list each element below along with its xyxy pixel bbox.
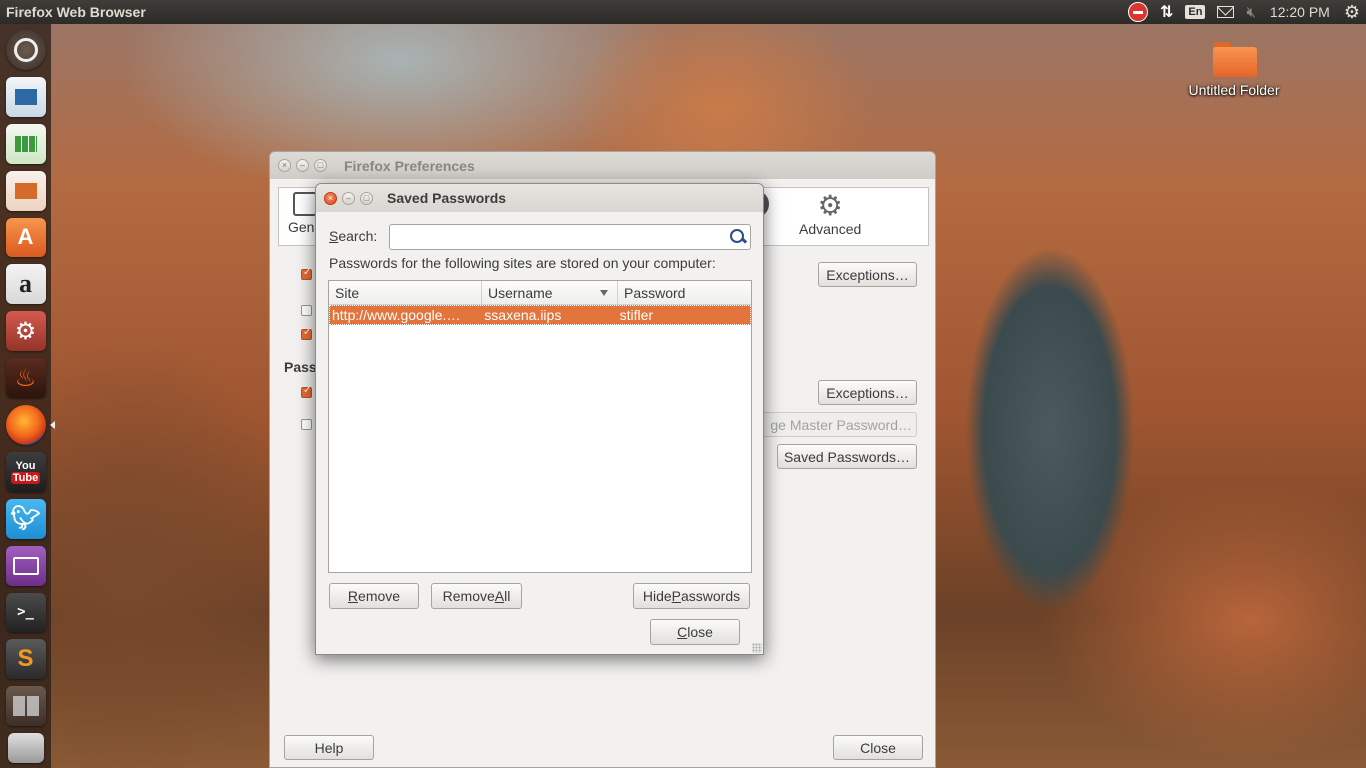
dialog-close-button[interactable]: Close [650,619,740,645]
maximize-icon[interactable]: □ [360,191,373,205]
sound-indicator[interactable]: 🔇︎ [1240,0,1261,24]
network-indicator[interactable]: ⇅ [1154,0,1179,24]
table-header: Site Username Password [329,281,751,305]
messaging-indicator[interactable] [1211,0,1240,24]
firefox-icon[interactable] [5,405,46,445]
youtube-icon[interactable]: You Tube [5,451,46,492]
resize-grip[interactable] [752,643,762,653]
libreoffice-writer-icon[interactable] [5,76,46,117]
launcher: A a ⚙ ♨ You Tube 🐦︎ >_ S [0,24,51,768]
purple-app-icon[interactable] [5,545,46,586]
stop-indicator[interactable] [1122,0,1154,24]
close-icon[interactable]: × [324,191,337,205]
active-app-title: Firefox Web Browser [6,4,146,20]
dash-icon[interactable] [5,30,46,70]
column-header-password[interactable]: Password [618,281,751,304]
top-panel: Firefox Web Browser ⇅ En 🔇︎ 12:20 PM ⚙ [0,0,1366,24]
desktop-folder[interactable]: Untitled Folder [1180,40,1288,98]
cell-password: stifler [619,307,654,323]
fire-app-icon[interactable]: ♨ [5,358,46,398]
cell-username: ssaxena.iips [484,307,562,323]
session-indicator[interactable]: ⚙ [1338,0,1366,24]
preference-checkbox-3[interactable] [301,327,312,340]
youtube-tube: Tube [10,471,41,484]
preferences-title: Firefox Preferences [344,157,475,174]
tab-advanced-label: Advanced [799,221,862,237]
sound-muted-icon: 🔇︎ [1246,3,1256,21]
youtube-you: You [15,459,36,472]
system-settings-icon[interactable]: ⚙ [5,311,46,352]
workspace-switcher-icon[interactable] [5,686,46,727]
minimize-icon[interactable]: – [296,159,309,172]
hide-passwords-button[interactable]: Hide Passwords [633,583,750,609]
stop-icon [1128,2,1148,22]
sublime-text-icon[interactable]: S [5,639,46,680]
remove-all-button[interactable]: Remove All [431,583,522,609]
terminal-icon[interactable]: >_ [5,592,46,633]
preference-checkbox-1[interactable] [301,267,312,280]
column-header-username[interactable]: Username [482,281,618,304]
tab-advanced[interactable]: ⚙ Advanced [799,190,862,238]
saved-passwords-dialog: × – □ Saved Passwords Search: Passwords … [315,183,764,655]
preference-checkbox-2[interactable] [301,305,312,316]
exceptions-button-1[interactable]: Exceptions… [818,262,917,287]
minimize-icon[interactable]: – [342,191,355,205]
dialog-title: Saved Passwords [387,190,507,206]
search-input[interactable] [389,224,751,250]
search-label: Search: [329,228,378,244]
folder-label: Untitled Folder [1188,82,1280,98]
change-master-password-button[interactable]: ge Master Password… [750,412,917,437]
folder-icon [1211,40,1257,78]
gear-icon: ⚙ [1343,1,1360,22]
cell-site: http://www.google.… [332,307,461,323]
network-arrows-icon: ⇅ [1160,4,1174,21]
amazon-icon[interactable]: a [5,264,46,305]
libreoffice-calc-icon[interactable] [5,123,46,164]
sort-descending-icon [600,290,608,296]
keyboard-layout-icon: En [1185,5,1206,19]
twitter-icon[interactable]: 🐦︎ [5,498,46,539]
master-password-checkbox[interactable] [301,419,312,430]
exceptions-button-2[interactable]: Exceptions… [818,380,917,405]
passwords-description: Passwords for the following sites are st… [329,255,716,271]
remember-passwords-checkbox[interactable] [301,385,312,398]
column-header-site[interactable]: Site [329,281,482,304]
clock[interactable]: 12:20 PM [1262,0,1338,24]
remove-button[interactable]: Remove [329,583,419,609]
help-button[interactable]: Help [284,735,374,760]
search-icon[interactable] [729,228,747,246]
preferences-titlebar: × – □ Firefox Preferences [270,152,935,179]
keyboard-indicator[interactable]: En [1179,0,1211,24]
preferences-close-button[interactable]: Close [833,735,923,760]
column-header-username-label: Username [488,284,553,301]
dialog-titlebar: × – □ Saved Passwords [316,184,763,212]
saved-passwords-button[interactable]: Saved Passwords… [777,444,917,469]
mail-icon [1217,6,1235,18]
close-icon[interactable]: × [278,159,291,172]
general-icon [293,192,318,216]
trash-stack-icon[interactable] [7,733,44,764]
table-row[interactable]: http://www.google.… ssaxena.iips stifler [329,305,751,325]
indicator-area: ⇅ En 🔇︎ 12:20 PM ⚙ [1122,0,1366,24]
ubuntu-software-center-icon[interactable]: A [5,217,46,258]
maximize-icon[interactable]: □ [314,159,327,172]
passwords-table[interactable]: Site Username Password http://www.google… [328,280,752,573]
libreoffice-impress-icon[interactable] [5,170,46,211]
passwords-section-heading: Pass [284,359,317,375]
advanced-gear-icon: ⚙ [817,190,843,221]
